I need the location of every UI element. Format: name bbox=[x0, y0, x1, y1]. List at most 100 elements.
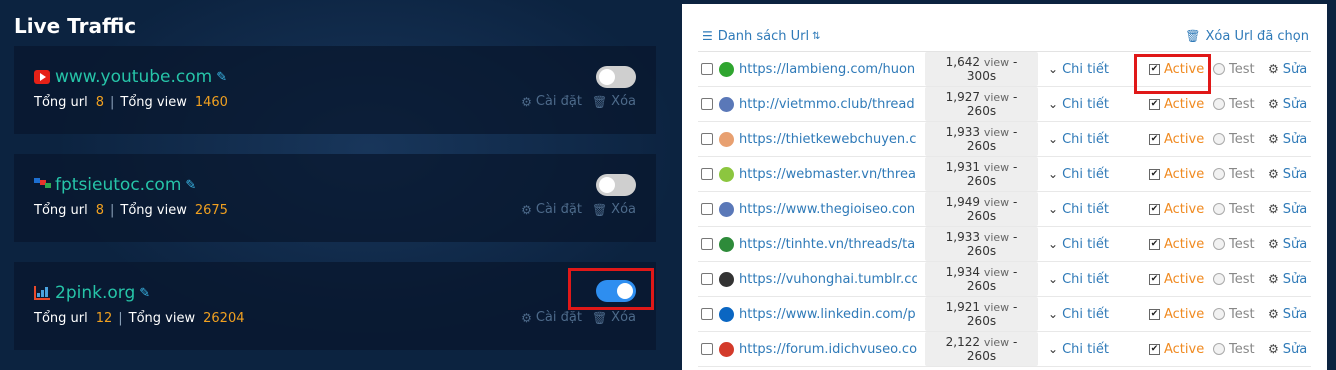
site-name[interactable]: 2pink.org bbox=[55, 283, 135, 303]
row-checkbox[interactable] bbox=[701, 273, 713, 285]
checkmark-icon: ✔ bbox=[1149, 133, 1160, 145]
url-link[interactable]: https://forum.idichvuseo.co bbox=[739, 342, 917, 357]
chevron-down-icon: ⌄ bbox=[1048, 202, 1059, 216]
detail-button[interactable]: ⌄ Chi tiết bbox=[1048, 307, 1136, 322]
highlight-box-toggle bbox=[568, 268, 654, 310]
delete-button[interactable]: 🗑 Xóa bbox=[592, 202, 636, 217]
favicon-icon bbox=[719, 61, 734, 77]
settings-button[interactable]: ⚙ Cài đặt bbox=[521, 310, 582, 325]
detail-button[interactable]: ⌄ Chi tiết bbox=[1048, 342, 1136, 357]
view-count: 1,931 view - 260s bbox=[925, 157, 1038, 191]
site-name[interactable]: fptsieutoc.com bbox=[55, 175, 181, 195]
panel-title: Live Traffic bbox=[14, 14, 137, 38]
edit-button[interactable]: ⚙ Sửa bbox=[1268, 307, 1307, 322]
row-checkbox[interactable] bbox=[701, 98, 713, 110]
site-card-youtube: www.youtube.com ✎ Tổng url 8 | Tổng view… bbox=[14, 46, 656, 134]
pencil-icon[interactable]: ✎ bbox=[185, 178, 196, 193]
url-row: https://www.linkedin.com/p 1,921 view - 2… bbox=[698, 297, 1311, 332]
edit-button[interactable]: ⚙ Sửa bbox=[1268, 62, 1307, 77]
chevron-down-icon: ⌄ bbox=[1048, 272, 1059, 286]
chart-icon bbox=[34, 286, 50, 300]
gear-icon: ⚙ bbox=[1268, 237, 1279, 251]
row-checkbox[interactable] bbox=[701, 238, 713, 250]
settings-button[interactable]: ⚙ Cài đặt bbox=[521, 202, 582, 217]
test-radio[interactable]: Test bbox=[1213, 342, 1268, 357]
url-row: https://webmaster.vn/threa 1,931 view - 2… bbox=[698, 157, 1311, 192]
url-link[interactable]: https://lambieng.com/huon bbox=[739, 62, 917, 77]
url-link[interactable]: https://www.linkedin.com/p bbox=[739, 307, 917, 322]
site-name[interactable]: www.youtube.com bbox=[55, 67, 212, 87]
row-checkbox[interactable] bbox=[701, 133, 713, 145]
detail-button[interactable]: ⌄ Chi tiết bbox=[1048, 202, 1136, 217]
detail-button[interactable]: ⌄ Chi tiết bbox=[1048, 272, 1136, 287]
edit-button[interactable]: ⚙ Sửa bbox=[1268, 237, 1307, 252]
detail-button[interactable]: ⌄ Chi tiết bbox=[1048, 97, 1136, 112]
edit-button[interactable]: ⚙ Sửa bbox=[1268, 272, 1307, 287]
gear-icon: ⚙ bbox=[1268, 202, 1279, 216]
test-radio[interactable]: Test bbox=[1213, 202, 1268, 217]
row-checkbox[interactable] bbox=[701, 203, 713, 215]
detail-button[interactable]: ⌄ Chi tiết bbox=[1048, 62, 1136, 77]
detail-button[interactable]: ⌄ Chi tiết bbox=[1048, 132, 1136, 147]
url-row: https://vuhonghai.tumblr.cc 1,934 view - … bbox=[698, 262, 1311, 297]
url-link[interactable]: https://vuhonghai.tumblr.cc bbox=[739, 272, 917, 287]
active-checkbox[interactable]: ✔ Active bbox=[1149, 167, 1213, 182]
test-radio[interactable]: Test bbox=[1213, 167, 1268, 182]
url-list-sort-header[interactable]: ☰ Danh sách Url ⇅ bbox=[702, 29, 820, 44]
pencil-icon[interactable]: ✎ bbox=[216, 70, 227, 85]
delete-selected-button[interactable]: 🗑 Xóa Url đã chọn bbox=[1185, 29, 1309, 44]
url-link[interactable]: https://tinhte.vn/threads/ta bbox=[739, 237, 917, 252]
pencil-icon[interactable]: ✎ bbox=[139, 286, 150, 301]
url-link[interactable]: https://webmaster.vn/threa bbox=[739, 167, 917, 182]
row-checkbox[interactable] bbox=[701, 168, 713, 180]
url-row: https://thietkewebchuyen.c 1,933 view - 2… bbox=[698, 122, 1311, 157]
chevron-down-icon: ⌄ bbox=[1048, 62, 1059, 76]
row-checkbox[interactable] bbox=[701, 308, 713, 320]
row-checkbox[interactable] bbox=[701, 343, 713, 355]
test-radio[interactable]: Test bbox=[1213, 97, 1268, 112]
url-link[interactable]: https://www.thegioiseo.con bbox=[739, 202, 917, 217]
edit-button[interactable]: ⚙ Sửa bbox=[1268, 132, 1307, 147]
gear-icon: ⚙ bbox=[1268, 307, 1279, 321]
delete-button[interactable]: 🗑 Xóa bbox=[592, 94, 636, 109]
active-checkbox[interactable]: ✔ Active bbox=[1149, 237, 1213, 252]
test-radio[interactable]: Test bbox=[1213, 272, 1268, 287]
detail-button[interactable]: ⌄ Chi tiết bbox=[1048, 237, 1136, 252]
edit-button[interactable]: ⚙ Sửa bbox=[1268, 342, 1307, 357]
test-radio[interactable]: Test bbox=[1213, 237, 1268, 252]
active-checkbox[interactable]: ✔ Active bbox=[1149, 202, 1213, 217]
test-radio[interactable]: Test bbox=[1213, 62, 1268, 77]
active-checkbox[interactable]: ✔ Active bbox=[1149, 272, 1213, 287]
chevron-down-icon: ⌄ bbox=[1048, 342, 1059, 356]
edit-button[interactable]: ⚙ Sửa bbox=[1268, 167, 1307, 182]
url-row: https://tinhte.vn/threads/ta 1,933 view -… bbox=[698, 227, 1311, 262]
detail-button[interactable]: ⌄ Chi tiết bbox=[1048, 167, 1136, 182]
site-toggle[interactable] bbox=[596, 66, 636, 88]
view-count: 1,934 view - 260s bbox=[925, 262, 1038, 296]
gear-icon: ⚙ bbox=[521, 310, 532, 325]
row-checkbox[interactable] bbox=[701, 63, 713, 75]
url-link[interactable]: https://thietkewebchuyen.c bbox=[739, 132, 917, 147]
active-checkbox[interactable]: ✔ Active bbox=[1149, 97, 1213, 112]
gear-icon: ⚙ bbox=[521, 202, 532, 217]
test-radio[interactable]: Test bbox=[1213, 307, 1268, 322]
favicon-icon bbox=[719, 166, 734, 182]
view-count: 1,949 view - 260s bbox=[925, 192, 1038, 226]
checkmark-icon: ✔ bbox=[1149, 273, 1160, 285]
url-link[interactable]: http://vietmmo.club/thread bbox=[739, 97, 917, 112]
edit-button[interactable]: ⚙ Sửa bbox=[1268, 97, 1307, 112]
active-checkbox[interactable]: ✔ Active bbox=[1149, 307, 1213, 322]
total-url-count: 8 bbox=[95, 203, 104, 218]
view-count: 1,933 view - 260s bbox=[925, 227, 1038, 261]
edit-button[interactable]: ⚙ Sửa bbox=[1268, 202, 1307, 217]
site-toggle[interactable] bbox=[596, 174, 636, 196]
active-checkbox[interactable]: ✔ Active bbox=[1149, 342, 1213, 357]
delete-button[interactable]: 🗑 Xóa bbox=[592, 310, 636, 325]
site-card-fptsieutoc: fptsieutoc.com ✎ Tổng url 8 | Tổng view … bbox=[14, 154, 656, 242]
test-radio[interactable]: Test bbox=[1213, 132, 1268, 147]
url-row: https://lambieng.com/huon 1,642 view - 30… bbox=[698, 52, 1311, 87]
favicon-icon bbox=[719, 306, 734, 322]
view-count: 2,122 view - 260s bbox=[925, 332, 1038, 366]
settings-button[interactable]: ⚙ Cài đặt bbox=[521, 94, 582, 109]
active-checkbox[interactable]: ✔ Active bbox=[1149, 132, 1213, 147]
